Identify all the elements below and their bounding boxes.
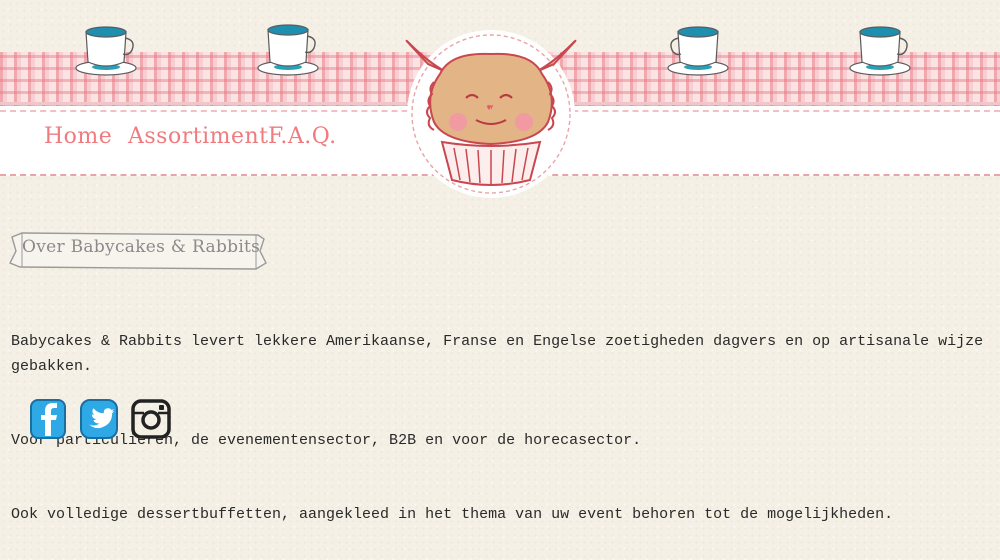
facebook-icon[interactable] [29,398,69,440]
teacup-icon [849,26,911,76]
intro-paragraph: Babycakes & Rabbits levert lekkere Ameri… [11,333,993,376]
babycakes-logo[interactable] [388,14,594,200]
nav-faq-link[interactable]: F.A.Q. [268,124,337,149]
teacup-icon [257,24,319,76]
intro-paragraph: Ook volledige dessertbuffetten, aangekle… [11,506,894,524]
instagram-icon[interactable] [130,398,171,440]
nav-assortiment-link[interactable]: Assortiment [128,124,269,149]
nav-home-link[interactable]: Home [44,124,112,149]
teacup-icon [667,26,729,76]
teacup-icon [75,26,137,76]
section-heading: Over Babycakes & Rabbits [22,237,261,257]
twitter-icon[interactable] [79,398,119,440]
